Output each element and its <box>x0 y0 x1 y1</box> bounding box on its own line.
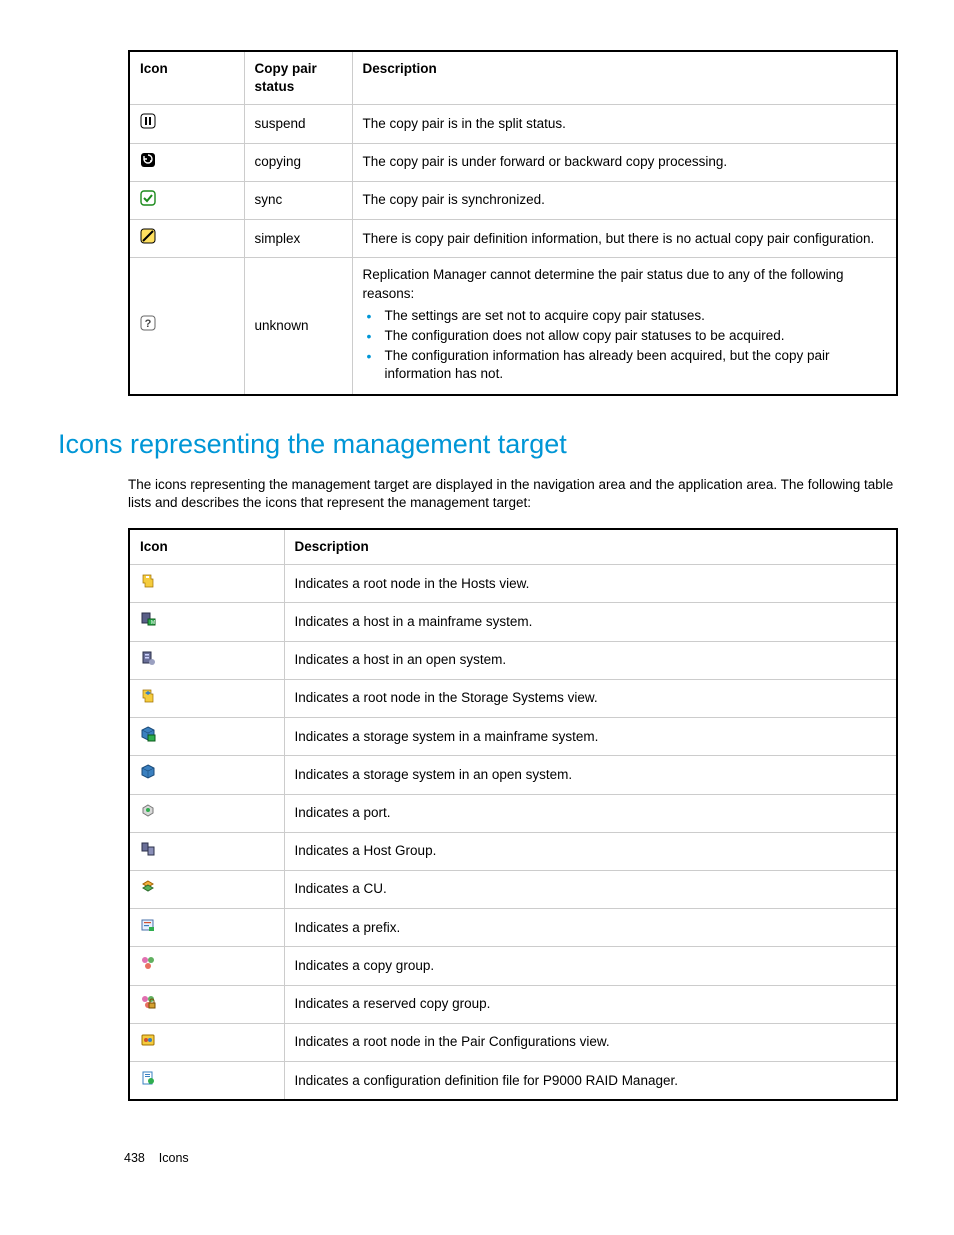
table-row: Indicates a CU. <box>129 870 897 908</box>
table-header: Copy pair status <box>244 51 352 105</box>
copying-icon <box>140 152 156 173</box>
table-row: Indicates a reserved copy group. <box>129 985 897 1023</box>
host-group-icon <box>140 841 156 862</box>
desc-cell: Indicates a Host Group. <box>284 832 897 870</box>
desc-cell: The copy pair is synchronized. <box>352 181 897 219</box>
copy-pair-status-table: Icon Copy pair status Description suspen… <box>128 50 898 396</box>
desc-cell: Indicates a configuration definition fil… <box>284 1062 897 1101</box>
table-header: Icon <box>129 51 244 105</box>
storage-mainframe-icon <box>140 726 156 747</box>
table-row: suspend The copy pair is in the split st… <box>129 105 897 143</box>
desc-cell: Indicates a prefix. <box>284 909 897 947</box>
desc-cell: There is copy pair definition informatio… <box>352 220 897 258</box>
status-cell: unknown <box>244 258 352 395</box>
desc-cell: Indicates a port. <box>284 794 897 832</box>
table-row: Indicates a storage system in a mainfram… <box>129 718 897 756</box>
config-definition-file-icon <box>140 1070 156 1091</box>
sync-icon <box>140 190 156 211</box>
management-target-table: Icon Description Indicates a root node i… <box>128 528 898 1101</box>
desc-cell: Indicates a CU. <box>284 870 897 908</box>
copy-group-icon <box>140 955 156 976</box>
table-row: Indicates a root node in the Storage Sys… <box>129 679 897 717</box>
table-header: Icon <box>129 529 284 565</box>
table-row: Indicates a Host Group. <box>129 832 897 870</box>
status-cell: simplex <box>244 220 352 258</box>
desc-cell: Indicates a storage system in an open sy… <box>284 756 897 794</box>
table-header: Description <box>284 529 897 565</box>
table-row: ? unknown Replication Manager cannot det… <box>129 258 897 395</box>
table-row: Indicates a root node in the Pair Config… <box>129 1023 897 1061</box>
page-footer: 438 Icons <box>124 1150 189 1167</box>
suspend-icon <box>140 113 156 134</box>
desc-cell: Indicates a host in a mainframe system. <box>284 603 897 641</box>
simplex-icon <box>140 228 156 249</box>
desc-cell: The copy pair is in the split status. <box>352 105 897 143</box>
list-item: The configuration does not allow copy pa… <box>381 327 887 345</box>
table-row: Indicates a prefix. <box>129 909 897 947</box>
host-mainframe-icon: MF <box>140 611 156 632</box>
table-row: MF Indicates a host in a mainframe syste… <box>129 603 897 641</box>
table-row: Indicates a root node in the Hosts view. <box>129 565 897 603</box>
desc-cell: Indicates a root node in the Storage Sys… <box>284 679 897 717</box>
table-row: sync The copy pair is synchronized. <box>129 181 897 219</box>
hosts-root-icon <box>140 573 156 594</box>
host-open-icon <box>140 650 156 671</box>
table-header: Description <box>352 51 897 105</box>
list-item: The configuration information has alread… <box>381 347 887 383</box>
status-cell: copying <box>244 143 352 181</box>
pair-config-root-icon <box>140 1032 156 1053</box>
storage-open-icon <box>140 764 156 785</box>
desc-cell: Replication Manager cannot determine the… <box>352 258 897 395</box>
footer-section: Icons <box>159 1151 189 1165</box>
reserved-copy-group-icon <box>140 994 156 1015</box>
table-row: Indicates a copy group. <box>129 947 897 985</box>
storage-root-icon <box>140 688 156 709</box>
table-row: Indicates a host in an open system. <box>129 641 897 679</box>
table-row: Indicates a configuration definition fil… <box>129 1062 897 1101</box>
desc-intro: Replication Manager cannot determine the… <box>363 266 887 302</box>
desc-cell: Indicates a copy group. <box>284 947 897 985</box>
svg-text:?: ? <box>145 318 152 330</box>
status-cell: suspend <box>244 105 352 143</box>
table-row: copying The copy pair is under forward o… <box>129 143 897 181</box>
desc-cell: Indicates a root node in the Pair Config… <box>284 1023 897 1061</box>
intro-text: The icons representing the management ta… <box>128 476 896 512</box>
prefix-icon <box>140 917 156 938</box>
table-row: Indicates a port. <box>129 794 897 832</box>
table-row: simplex There is copy pair definition in… <box>129 220 897 258</box>
list-item: The settings are set not to acquire copy… <box>381 307 887 325</box>
cu-icon <box>140 879 156 900</box>
desc-cell: Indicates a root node in the Hosts view. <box>284 565 897 603</box>
page-number: 438 <box>124 1151 145 1165</box>
desc-cell: Indicates a reserved copy group. <box>284 985 897 1023</box>
port-icon <box>140 803 156 824</box>
svg-text:MF: MF <box>151 620 156 626</box>
table-row: Indicates a storage system in an open sy… <box>129 756 897 794</box>
unknown-icon: ? <box>140 315 156 336</box>
desc-cell: Indicates a storage system in a mainfram… <box>284 718 897 756</box>
desc-cell: The copy pair is under forward or backwa… <box>352 143 897 181</box>
desc-cell: Indicates a host in an open system. <box>284 641 897 679</box>
status-cell: sync <box>244 181 352 219</box>
section-heading: Icons representing the management target <box>58 426 896 462</box>
